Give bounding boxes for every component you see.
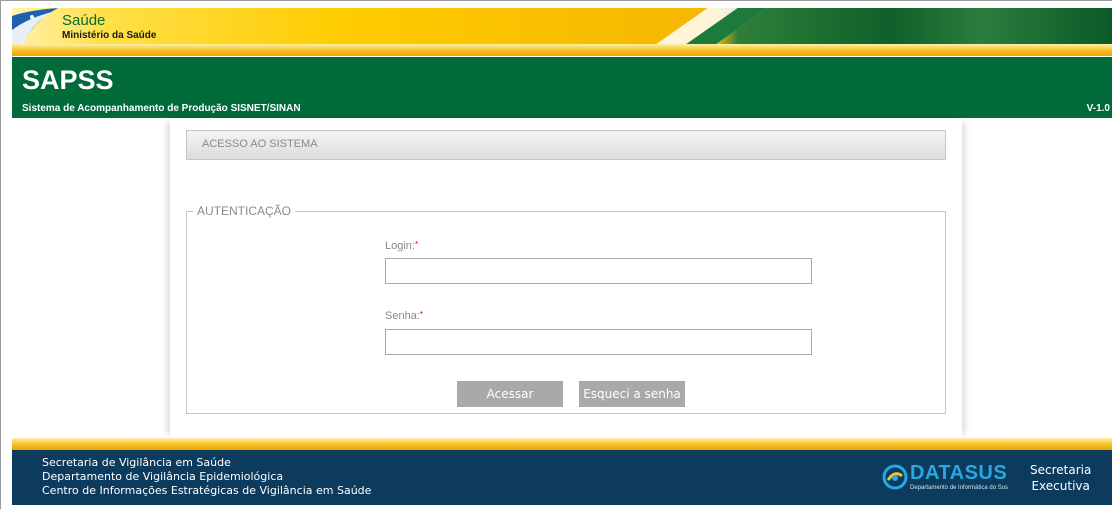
datasus-logo: DATASUS Departamento de Informática do S… <box>882 462 1012 494</box>
secexec-line: Secretaria <box>1030 463 1092 477</box>
datasus-subtitle: Departamento de Informática do Sus <box>910 485 1009 491</box>
brand-title: Saúde <box>62 12 106 29</box>
footer-line: Secretaria de Vigilância em Saúde <box>42 456 231 469</box>
footer-line: Centro de Informações Estratégicas de Vi… <box>42 484 372 497</box>
password-required-mark: * <box>419 310 423 319</box>
banner-divider <box>12 44 1112 56</box>
app-header: SAPSS Sistema de Acompanhamento de Produ… <box>12 57 1112 118</box>
login-required-mark: * <box>414 240 419 249</box>
password-input[interactable] <box>385 329 812 355</box>
section-title: ACESSO AO SISTEMA <box>202 138 318 150</box>
auth-fieldset: AUTENTICAÇÃO Login:* Senha:* Acessar Esq… <box>186 204 946 414</box>
login-label: Login:* <box>385 240 418 252</box>
app-title: SAPSS <box>22 65 114 95</box>
login-input[interactable] <box>385 258 812 284</box>
password-label-text: Senha: <box>385 310 420 322</box>
footer: Secretaria de Vigilância em Saúde Depart… <box>12 450 1112 505</box>
footer-divider <box>12 438 1112 450</box>
top-banner <box>12 8 1112 48</box>
login-label-text: Login: <box>385 240 415 252</box>
datasus-name: DATASUS <box>910 462 1008 484</box>
footer-line: Departamento de Vigilância Epidemiológic… <box>42 470 284 483</box>
app-subtitle: Sistema de Acompanhamento de Produção SI… <box>22 103 301 114</box>
version-label: V-1.0 <box>1086 103 1110 114</box>
footer-org-lines: Secretaria de Vigilância em Saúde Depart… <box>42 456 371 498</box>
login-panel: ACESSO AO SISTEMA AUTENTICAÇÃO Login:* S… <box>170 118 962 438</box>
secretaria-executiva-logo: Secretaria Executiva <box>1030 462 1091 494</box>
forgot-password-button[interactable]: Esqueci a senha <box>579 381 685 407</box>
brand-subtitle: Ministério da Saúde <box>62 30 157 41</box>
password-label: Senha:* <box>385 310 423 322</box>
flag-swoosh-icon <box>12 8 58 48</box>
section-title-bar: ACESSO AO SISTEMA <box>186 130 946 160</box>
secexec-line: Executiva <box>1031 479 1090 493</box>
auth-legend: AUTENTICAÇÃO <box>197 204 292 218</box>
login-button[interactable]: Acessar <box>457 381 563 407</box>
datasus-logo-icon <box>882 464 908 490</box>
